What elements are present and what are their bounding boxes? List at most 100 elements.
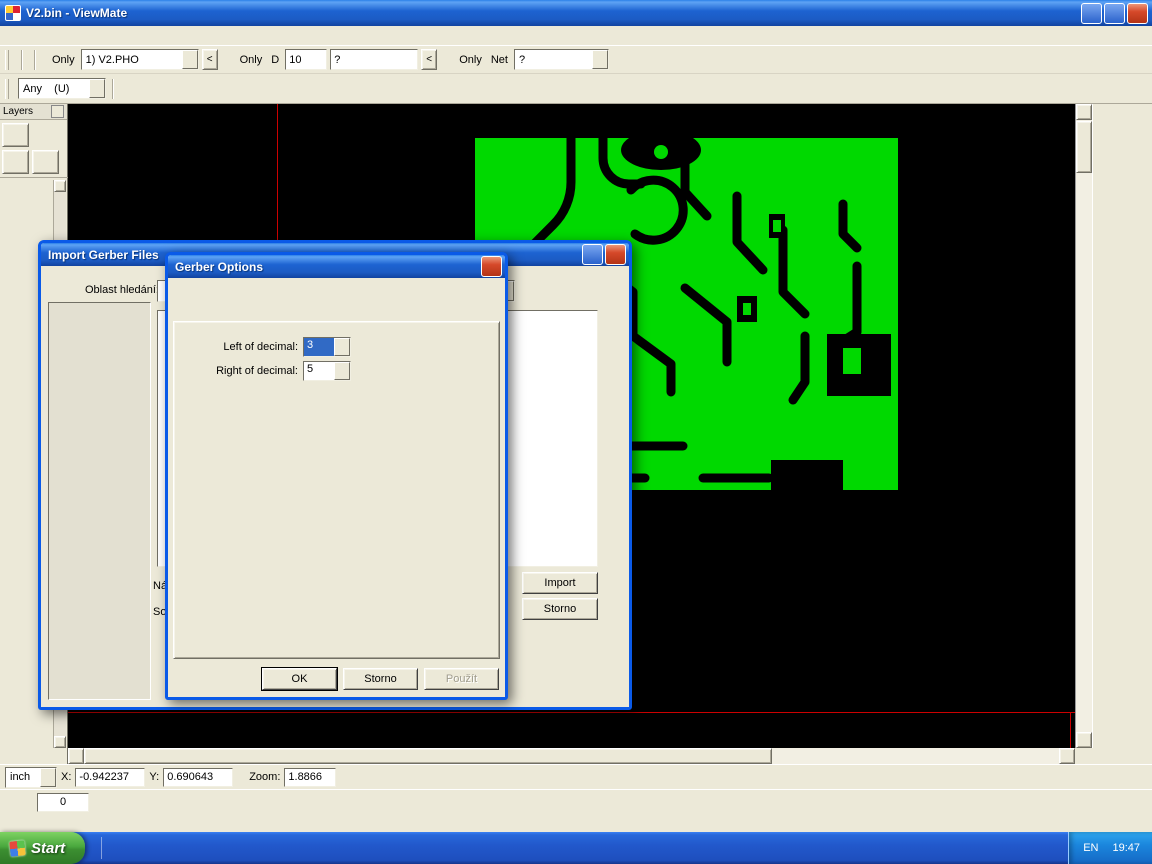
dialog-close-icon[interactable] bbox=[481, 256, 502, 277]
layers-toolbar-spacer bbox=[32, 123, 59, 147]
layer-prev-button[interactable]: < bbox=[202, 49, 218, 70]
scroll-left-icon[interactable] bbox=[68, 748, 84, 764]
origin-line-vertical bbox=[277, 104, 278, 240]
start-button[interactable]: Start bbox=[0, 832, 85, 864]
unit-combo[interactable]: inch bbox=[5, 767, 57, 788]
import-cancel-button[interactable]: Storno bbox=[522, 598, 598, 620]
move-layer-down-icon[interactable] bbox=[2, 150, 29, 174]
scroll-right-icon[interactable] bbox=[1059, 748, 1075, 764]
layers-toolbar bbox=[0, 120, 68, 178]
taskbar-separator bbox=[101, 837, 102, 859]
import-button[interactable]: Import bbox=[522, 572, 598, 594]
toolbar-separator bbox=[21, 50, 22, 70]
y-label: Y: bbox=[149, 771, 159, 783]
start-label: Start bbox=[31, 840, 65, 857]
aperture-combo-value: Any (U) bbox=[19, 83, 89, 95]
toolbar-grip[interactable] bbox=[5, 79, 9, 99]
right-decimal-label: Right of decimal: bbox=[184, 365, 298, 377]
aperture-combo[interactable]: Any (U) bbox=[18, 78, 106, 99]
gerber-dialog-titlebar[interactable]: Gerber Options bbox=[168, 255, 505, 278]
toolbar-separator bbox=[112, 79, 113, 99]
scroll-down-icon[interactable] bbox=[54, 736, 66, 748]
vertical-scrollbar[interactable] bbox=[1075, 104, 1092, 748]
dcode-filter-field[interactable] bbox=[330, 49, 418, 70]
zoom-label: Zoom: bbox=[249, 771, 280, 783]
combo-arrow-icon[interactable] bbox=[182, 50, 198, 69]
combo-arrow-icon[interactable] bbox=[592, 50, 608, 69]
window-title: V2.bin - ViewMate bbox=[26, 6, 127, 20]
system-tray: EN 19:47 bbox=[1068, 832, 1152, 864]
app-icon bbox=[5, 5, 21, 21]
data-format-panel: Left of decimal: 3 Right of decimal: 5 bbox=[173, 321, 500, 659]
windows-flag-icon bbox=[9, 840, 25, 856]
look-in-label: Oblast hledání: bbox=[85, 284, 159, 296]
x-coordinate-field[interactable] bbox=[75, 768, 145, 787]
tab-row-2 bbox=[173, 302, 499, 322]
combo-arrow-icon[interactable] bbox=[334, 362, 350, 380]
title-bar: V2.bin - ViewMate bbox=[0, 0, 1152, 26]
net-combo-value: ? bbox=[515, 54, 592, 66]
move-layer-up-icon[interactable] bbox=[32, 150, 59, 174]
count-field[interactable] bbox=[37, 793, 89, 812]
left-decimal-value: 3 bbox=[304, 338, 334, 356]
combo-arrow-icon[interactable] bbox=[334, 338, 350, 356]
dcode-label: D bbox=[268, 54, 282, 66]
layer-combo-value: 1) V2.PHO bbox=[82, 54, 182, 66]
right-decimal-combo[interactable]: 5 bbox=[303, 361, 351, 381]
combo-arrow-icon[interactable] bbox=[89, 79, 105, 98]
scroll-down-icon[interactable] bbox=[1076, 732, 1092, 748]
combo-arrow-icon[interactable] bbox=[40, 768, 56, 787]
only-layer-toggle[interactable]: Only bbox=[49, 54, 78, 66]
origin-line-corner bbox=[1070, 712, 1071, 748]
dcode-prev-button[interactable]: < bbox=[421, 49, 437, 70]
option-bar bbox=[0, 789, 1152, 814]
aperture-toolbar: Any (U) bbox=[0, 74, 1152, 104]
right-decimal-value: 5 bbox=[304, 362, 334, 380]
vertical-scroll-thumb[interactable] bbox=[1076, 121, 1092, 173]
net-label: Net bbox=[488, 54, 511, 66]
net-combo[interactable]: ? bbox=[514, 49, 609, 70]
only-net-toggle[interactable]: Only bbox=[456, 54, 485, 66]
layer-combo[interactable]: 1) V2.PHO bbox=[81, 49, 199, 70]
zoom-field[interactable] bbox=[284, 768, 336, 787]
apply-button[interactable]: Použít bbox=[424, 668, 499, 690]
gerber-options-dialog: Gerber Options Left of decimal: 3 Right … bbox=[165, 252, 508, 700]
tab-row-1 bbox=[173, 284, 499, 302]
places-bar bbox=[48, 302, 151, 700]
import-dialog-title: Import Gerber Files bbox=[48, 248, 159, 262]
main-toolbar: Only 1) V2.PHO < Only D < Only Net ? bbox=[0, 46, 1152, 74]
dcode-value-field[interactable] bbox=[285, 49, 327, 70]
toolbar-grip[interactable] bbox=[5, 50, 9, 70]
horizontal-scroll-thumb[interactable] bbox=[84, 748, 772, 764]
menubar bbox=[0, 26, 1152, 46]
clock[interactable]: 19:47 bbox=[1112, 842, 1140, 854]
close-icon[interactable] bbox=[1127, 3, 1148, 24]
scroll-up-icon[interactable] bbox=[1076, 104, 1092, 120]
cancel-button[interactable]: Storno bbox=[343, 668, 418, 690]
origin-line-horizontal bbox=[68, 712, 1075, 713]
ok-button[interactable]: OK bbox=[262, 668, 337, 690]
minimize-icon[interactable] bbox=[1081, 3, 1102, 24]
status-bar: inch X: Y: Zoom: bbox=[0, 764, 1152, 789]
layers-panel-title: Layers bbox=[3, 106, 33, 117]
left-decimal-combo[interactable]: 3 bbox=[303, 337, 351, 357]
x-label: X: bbox=[61, 771, 71, 783]
only-dcode-toggle[interactable]: Only bbox=[237, 54, 266, 66]
toolbar-separator bbox=[34, 50, 35, 70]
maximize-icon[interactable] bbox=[1104, 3, 1125, 24]
dialog-help-icon[interactable] bbox=[582, 244, 603, 265]
y-coordinate-field[interactable] bbox=[163, 768, 233, 787]
dialog-close-icon[interactable] bbox=[605, 244, 626, 265]
window-bottom-edge bbox=[0, 814, 1152, 832]
left-decimal-label: Left of decimal: bbox=[184, 341, 298, 353]
layers-panel-header[interactable]: Layers bbox=[0, 104, 67, 120]
desktop: V2.bin - ViewMate Only 1) V2.PHO < Only … bbox=[0, 0, 1152, 864]
taskbar: Start EN 19:47 bbox=[0, 832, 1152, 864]
layer-stack-icon[interactable] bbox=[2, 123, 29, 147]
scroll-track[interactable] bbox=[772, 748, 1059, 764]
layers-close-icon[interactable] bbox=[51, 105, 64, 118]
scroll-up-icon[interactable] bbox=[54, 180, 66, 192]
tool-palette bbox=[1092, 104, 1152, 748]
language-indicator[interactable]: EN bbox=[1083, 842, 1098, 854]
horizontal-scrollbar[interactable] bbox=[68, 748, 1075, 764]
